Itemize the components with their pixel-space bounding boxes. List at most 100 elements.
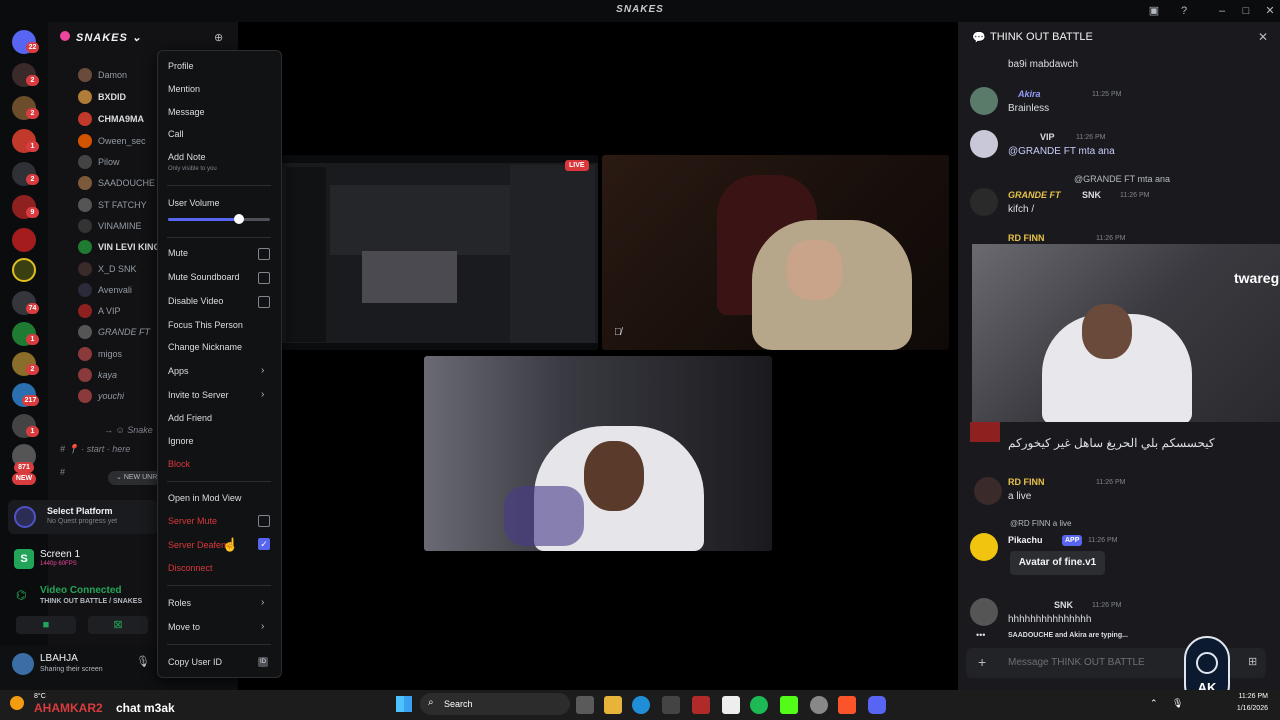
message-author[interactable]: Pikachu [1008,535,1043,545]
discord-icon[interactable] [868,696,886,714]
menu-item-mention[interactable]: Mention [168,84,200,94]
menu-item-server-deafen[interactable]: Server Deafen [168,540,226,550]
avatar[interactable] [970,598,998,626]
app-icon[interactable] [692,696,710,714]
voice-member[interactable]: A VIP [78,302,121,320]
voice-member[interactable]: Oween_sec [78,132,146,150]
stream-preview[interactable]: S Screen 1 1440p 60FPS [12,546,157,572]
channel-item[interactable]: → ☺ Snake [104,425,153,435]
file-explorer-icon[interactable] [604,696,622,714]
avatar[interactable] [974,477,1002,505]
microphone-icon[interactable]: 🎙 [136,655,150,668]
menu-item-add-note[interactable]: Add Note [168,152,206,162]
username[interactable]: LBAHJA [40,653,78,664]
message-author[interactable]: GRANDE FT [1008,190,1061,200]
menu-item-change-nickname[interactable]: Change Nickname [168,342,242,352]
voice-member[interactable]: migos [78,345,122,363]
weather-icon[interactable] [10,696,24,710]
menu-item-mute-soundboard[interactable]: Mute Soundboard [168,272,240,282]
voice-member[interactable]: X_D SNK [78,260,137,278]
menu-item-disconnect[interactable]: Disconnect [168,563,213,573]
avatar[interactable] [970,130,998,158]
edge-icon[interactable] [632,696,650,714]
camera-tile[interactable] [424,356,772,551]
menu-item-mod-view[interactable]: Open in Mod View [168,493,241,503]
kick-icon[interactable] [780,696,798,714]
message-author[interactable]: SNK [1054,600,1073,610]
windows-start-icon[interactable] [396,696,412,712]
menu-item-server-mute[interactable]: Server Mute [168,516,217,526]
menu-item-block[interactable]: Block [168,459,190,469]
voice-member[interactable]: Avenvali [78,281,132,299]
avatar[interactable] [970,188,998,216]
avatar[interactable] [12,653,34,675]
voice-member[interactable]: GRANDE FT [78,323,150,341]
show-hidden-icons[interactable]: ⌃ [1150,698,1158,709]
spotify-icon[interactable] [750,696,768,714]
clock-date[interactable]: 1/16/2026 [1222,705,1268,712]
obs-icon[interactable] [810,696,828,714]
menu-item-profile[interactable]: Profile [168,61,194,71]
menu-item-move-to[interactable]: Move to [168,622,200,632]
menu-item-roles[interactable]: Roles [168,598,191,608]
store-icon[interactable] [662,696,680,714]
apps-icon[interactable]: ⊞ [1248,655,1257,668]
menu-item-add-friend[interactable]: Add Friend [168,413,212,423]
chat-video-embed[interactable]: twareg [972,244,1280,422]
brave-icon[interactable] [838,696,856,714]
voice-member[interactable]: BXDID [78,88,126,106]
notepad-icon[interactable] [722,696,740,714]
server-icon[interactable] [12,258,36,282]
menu-item-call[interactable]: Call [168,129,184,139]
help-icon[interactable]: ? [1176,3,1192,19]
server-name[interactable]: SNAKES ⌄ [76,31,142,44]
close-window-button[interactable]: ✕ [1262,3,1278,19]
voice-member[interactable]: youchi [78,387,124,405]
voice-channel[interactable]: THINK OUT BATTLE / SNAKES [40,598,142,605]
message-author[interactable]: RD FINN [1008,233,1045,243]
voice-member[interactable]: kaya [78,366,117,384]
camera-tile[interactable]: 🎙̸ [602,155,949,350]
screen-share-tile[interactable]: LIVE [282,155,598,350]
camera-button[interactable]: ■ [16,616,76,634]
minimize-button[interactable]: – [1214,3,1230,19]
server-mute-checkbox[interactable] [258,515,270,527]
volume-slider-track[interactable] [168,214,270,224]
signal-icon[interactable]: ⌬ [16,588,26,602]
menu-item-focus[interactable]: Focus This Person [168,320,243,330]
voice-member[interactable]: Pilow [78,153,120,171]
task-view-icon[interactable] [576,696,594,714]
voice-member[interactable]: ST FATCHY [78,196,147,214]
clock-time[interactable]: 11:26 PM [1230,693,1268,700]
invite-people-icon[interactable]: ⊕ [214,31,223,44]
voice-member[interactable]: SAADOUCHE [78,174,155,192]
avatar-embed-button[interactable]: Avatar of fine.v1 [1010,551,1105,575]
menu-item-apps[interactable]: Apps [168,366,189,376]
quest-card[interactable]: Select Platform No Quest progress yet [8,500,158,534]
mute-checkbox[interactable] [258,248,270,260]
menu-item-disable-video[interactable]: Disable Video [168,296,223,306]
screen-share-button[interactable]: ⊠ [88,616,148,634]
avatar[interactable] [970,533,998,561]
reply-preview[interactable]: @GRANDE FT mta ana [1074,174,1170,184]
menu-item-copy-id[interactable]: Copy User ID [168,657,222,667]
avatar[interactable] [970,87,998,115]
reply-preview[interactable]: @RD FINN a live [1010,519,1071,528]
message-author[interactable]: Akira [1018,89,1041,99]
voice-member[interactable]: CHMA9MA [78,110,144,128]
close-chat-button[interactable]: ✕ [1258,30,1268,44]
voice-member[interactable]: VIN LEVI KING [78,238,161,256]
mute-soundboard-checkbox[interactable] [258,272,270,284]
menu-item-mute[interactable]: Mute [168,248,188,258]
voice-member[interactable]: Damon [78,66,127,84]
add-attachment-icon[interactable]: + [978,654,986,670]
taskbar-search[interactable]: ⌕ Search [420,693,570,715]
message-author[interactable]: VIP [1040,132,1055,142]
channel-item[interactable]: # 📍 · start · here [60,444,130,455]
menu-item-message[interactable]: Message [168,107,205,117]
server-icon[interactable] [12,228,36,252]
voice-member[interactable]: VINAMINE [78,217,142,235]
menu-item-invite[interactable]: Invite to Server [168,390,229,400]
message-input[interactable]: Message THINK OUT BATTLE [1008,657,1145,668]
menu-item-ignore[interactable]: Ignore [168,436,194,446]
